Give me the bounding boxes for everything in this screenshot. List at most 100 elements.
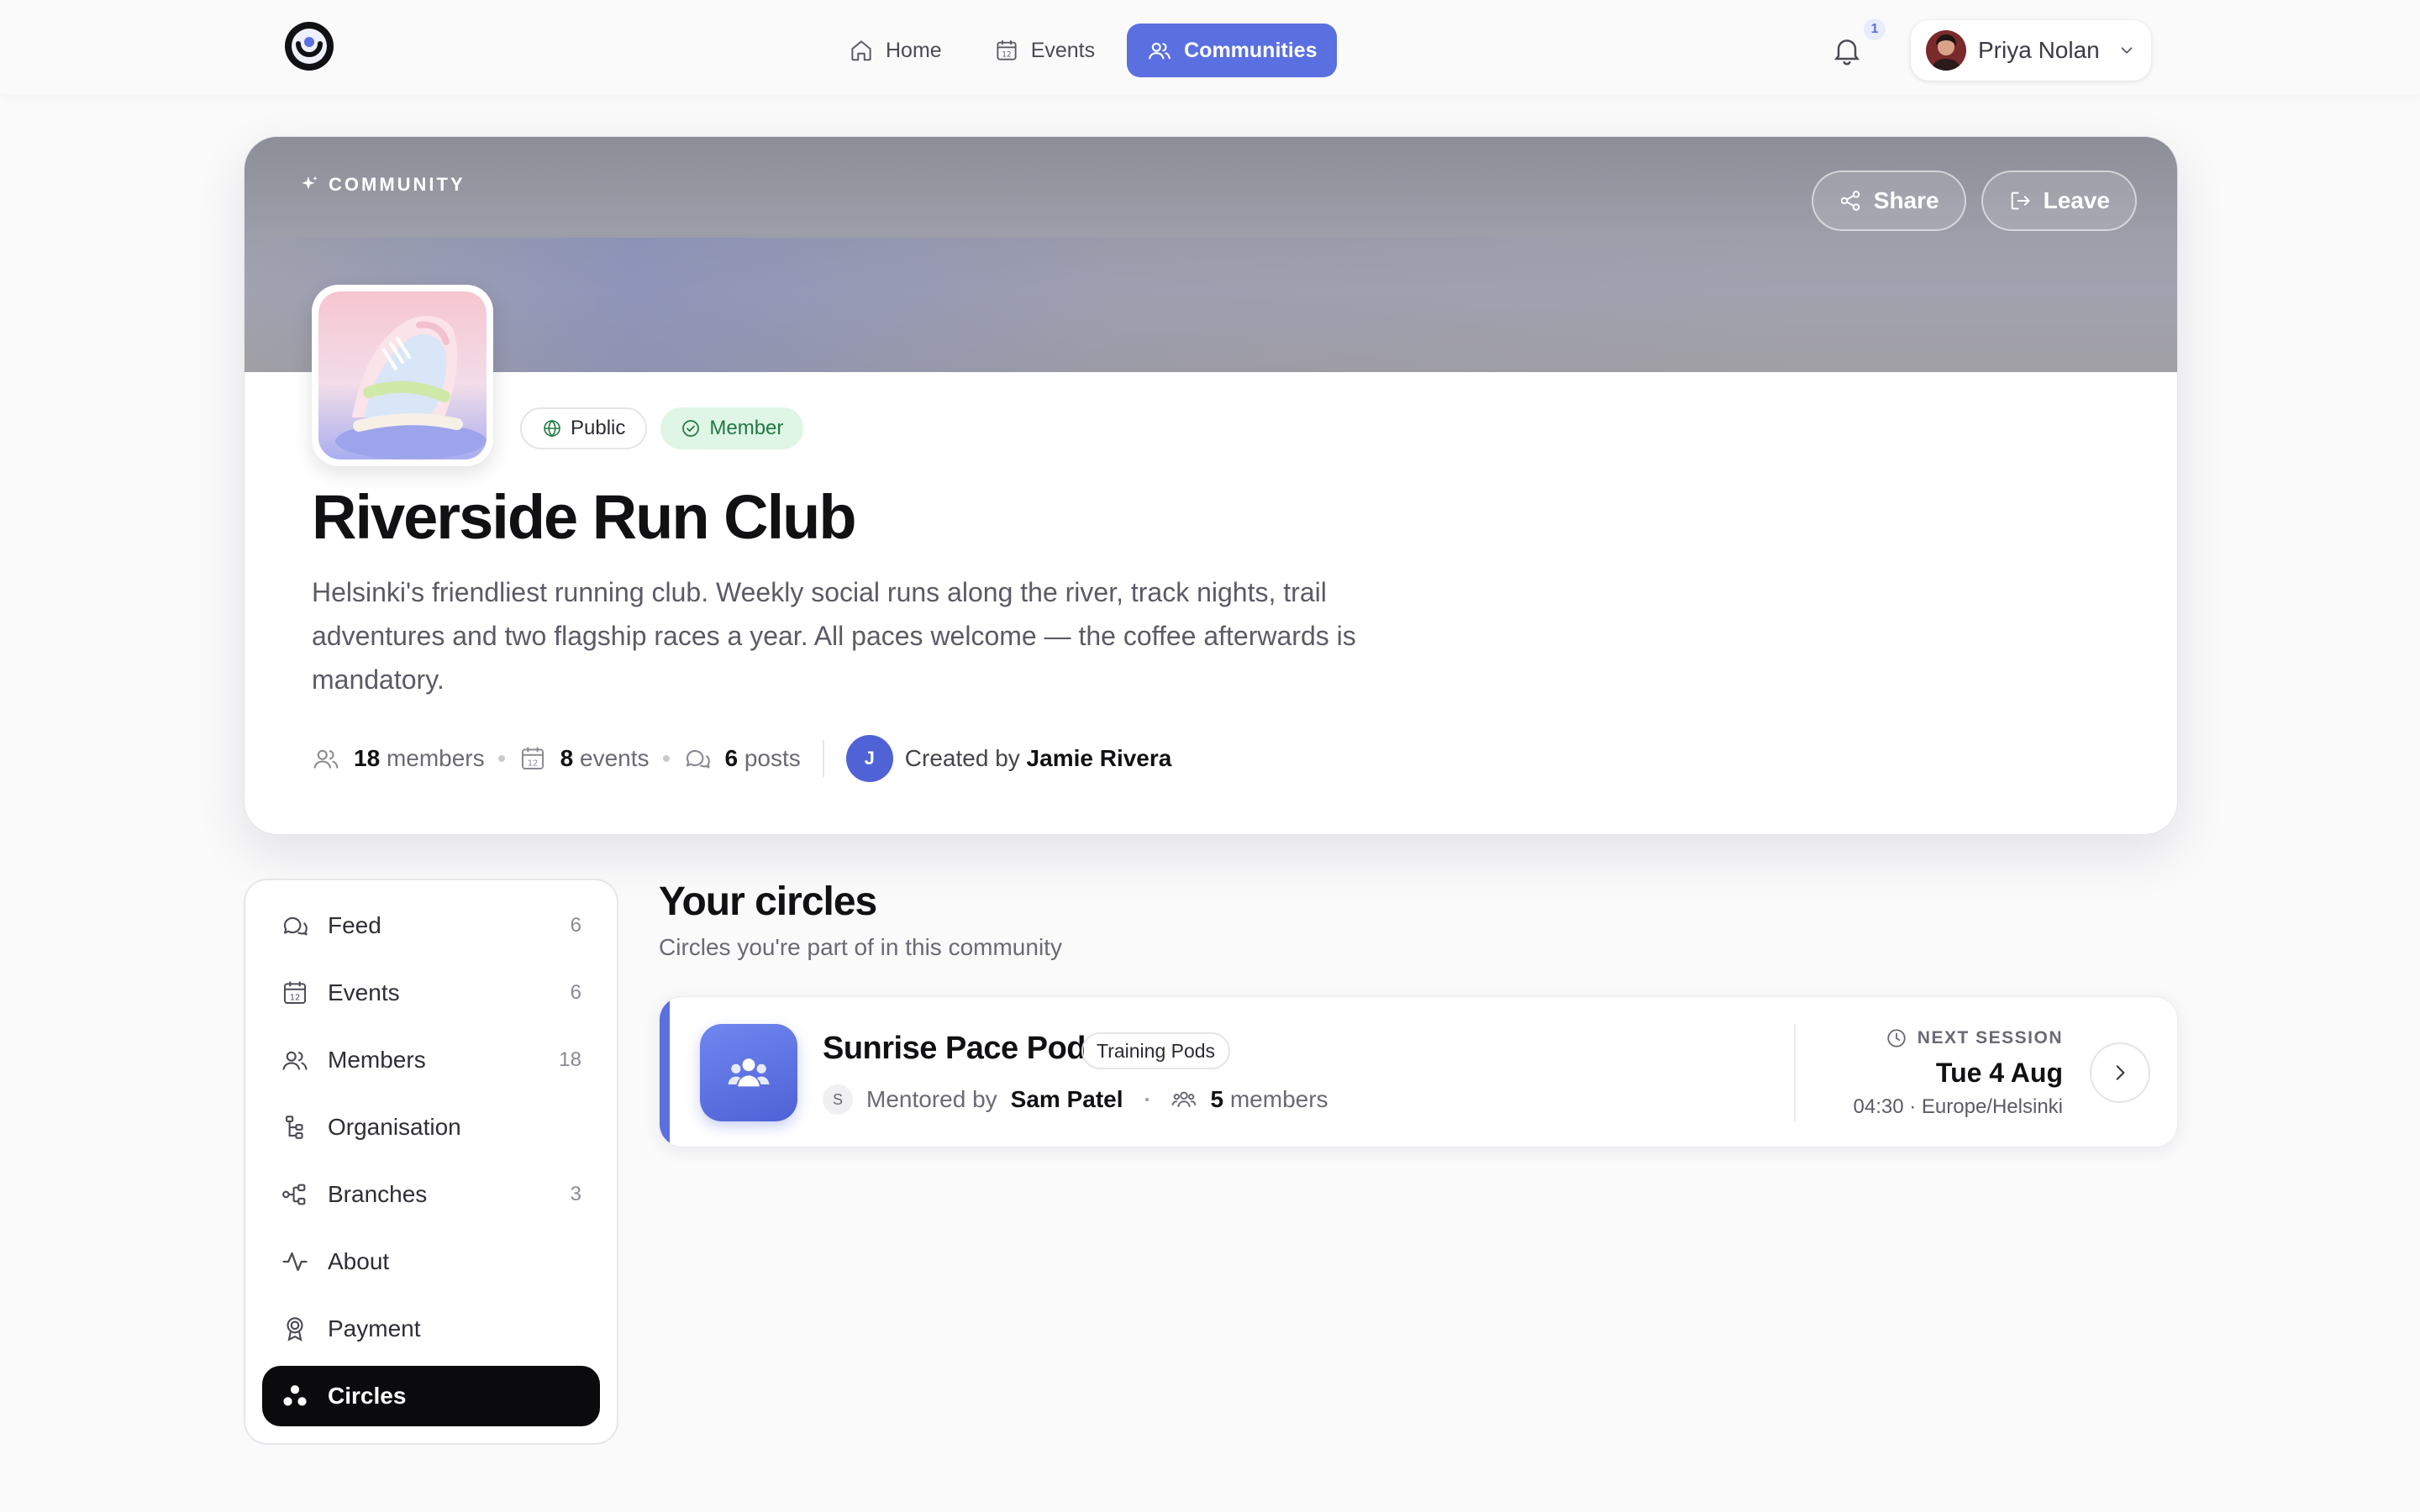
created-by: Created by Jamie Rivera — [905, 745, 1172, 772]
sidebar-item-label: Events — [328, 979, 400, 1005]
mentored-by-label: Mentored by — [866, 1086, 997, 1112]
mentor-avatar: S — [823, 1084, 853, 1115]
circle-name[interactable]: Sunrise Pace Pod — [823, 1031, 1086, 1067]
members-count: 18 — [354, 745, 381, 771]
chat-icon — [283, 916, 308, 936]
branches-icon — [282, 1184, 306, 1205]
circle-card-divider — [1794, 1024, 1796, 1121]
users-icon — [1149, 42, 1171, 60]
circle-card-accent — [660, 997, 670, 1147]
community-description: Helsinki's friendliest running club. Wee… — [312, 577, 1356, 695]
circles-subtitle: Circles you're part of in this community — [659, 934, 1062, 960]
logout-icon — [2011, 192, 2030, 210]
app-logo-icon[interactable] — [283, 20, 335, 72]
members-label: members — [386, 745, 485, 771]
nav-events-label: Events — [1030, 38, 1096, 62]
community-chips: Public Member — [520, 407, 804, 449]
leave-button[interactable]: Leave — [1981, 171, 2137, 231]
award-icon — [287, 1317, 303, 1341]
circle-members-count: 5 — [1210, 1086, 1224, 1112]
meta-separator — [1144, 1098, 1149, 1101]
sidebar-item-payment[interactable]: Payment — [262, 1299, 600, 1359]
svg-text:12: 12 — [290, 994, 301, 1003]
next-session: NEXT SESSION Tue 4 Aug 04:30 · Europe/He… — [1854, 1027, 2063, 1119]
community-header-card: COMMUNITY Share Leave Public Member Rive… — [244, 136, 2178, 835]
circle-card[interactable]: Sunrise Pace Pod Training Pods S Mentore… — [659, 996, 2178, 1147]
nav-home-label: Home — [886, 38, 942, 62]
share-button[interactable]: Share — [1811, 171, 1966, 231]
community-eyebrow: COMMUNITY — [298, 174, 466, 196]
sidebar-item-label: Members — [328, 1047, 426, 1073]
top-navigation: Home 12 Events Communities 1 Priya Nolan — [0, 0, 2420, 94]
sidebar-item-label: Organisation — [328, 1114, 461, 1140]
nav-communities[interactable]: Communities — [1127, 24, 1338, 77]
community-cover-image — [312, 285, 493, 466]
posts-count: 6 — [724, 745, 739, 771]
users-icon — [1171, 1091, 1196, 1107]
users-icon — [313, 749, 339, 769]
community-stats: 18 members 12 8 events 6 posts J Created… — [312, 735, 1171, 782]
calendar-icon: 12 — [997, 40, 1017, 60]
stat-separator — [497, 755, 505, 762]
share-label: Share — [1873, 187, 1939, 213]
sidebar-item-members[interactable]: Members 18 — [262, 1030, 600, 1090]
events-count: 8 — [560, 745, 574, 771]
public-chip: Public — [520, 407, 648, 449]
circles-icon — [283, 1385, 307, 1406]
community-sidebar: Feed 6 12 Events 6 Members 18 Organisati… — [244, 879, 618, 1445]
nav-communities-label: Communities — [1184, 38, 1318, 62]
user-avatar — [1926, 30, 1966, 71]
chevron-right-icon — [2116, 1065, 2125, 1080]
circle-meta: S Mentored by Sam Patel 5 members — [823, 1081, 1328, 1118]
posts-label: posts — [744, 745, 801, 771]
creator-name[interactable]: Jamie Rivera — [1027, 745, 1172, 771]
globe-icon — [544, 419, 560, 438]
notifications-bell-icon[interactable] — [1830, 34, 1864, 67]
events-stat: 12 8 events — [518, 744, 650, 773]
hero-actions: Share Leave — [1811, 171, 2137, 231]
sidebar-item-count: 18 — [559, 1048, 581, 1071]
posts-stat: 6 posts — [683, 744, 801, 773]
main-nav: Home 12 Events Communities — [829, 24, 1338, 77]
nav-home[interactable]: Home — [829, 24, 962, 77]
stats-divider — [822, 740, 824, 777]
sidebar-item-events[interactable]: 12 Events 6 — [262, 963, 600, 1023]
calendar-icon: 12 — [283, 981, 307, 1005]
sidebar-item-label: About — [328, 1248, 390, 1274]
sidebar-item-circles[interactable]: Circles — [262, 1366, 600, 1426]
next-session-time: 04:30 · Europe/Helsinki — [1853, 1095, 2063, 1118]
check-circle-icon — [682, 420, 700, 437]
next-session-label-row: NEXT SESSION — [1854, 1027, 2063, 1049]
activity-icon — [282, 1252, 308, 1272]
clock-icon — [1887, 1029, 1906, 1047]
community-title: Riverside Run Club — [312, 482, 857, 552]
sidebar-item-count: 6 — [570, 914, 581, 937]
chevron-down-icon — [2121, 47, 2133, 55]
home-icon — [851, 40, 871, 61]
sidebar-item-about[interactable]: About — [262, 1231, 600, 1292]
sidebar-item-count: 6 — [570, 981, 581, 1004]
user-menu-button[interactable]: Priya Nolan — [1911, 20, 2151, 81]
member-chip: Member — [660, 407, 804, 449]
hierarchy-icon — [286, 1116, 303, 1139]
sidebar-item-organisation[interactable]: Organisation — [262, 1097, 600, 1158]
sidebar-item-feed[interactable]: Feed 6 — [262, 895, 600, 956]
next-session-date: Tue 4 Aug — [1935, 1058, 2063, 1088]
creator-avatar[interactable]: J — [845, 735, 893, 782]
public-chip-label: Public — [571, 417, 626, 439]
sparkle-icon — [302, 176, 318, 190]
calendar-icon: 12 — [521, 747, 544, 770]
members-stat: 18 members — [312, 744, 485, 773]
sidebar-item-label: Payment — [328, 1315, 421, 1341]
leave-label: Leave — [2043, 187, 2110, 213]
events-label: events — [580, 745, 650, 771]
user-name: Priya Nolan — [1978, 37, 2100, 63]
nav-events[interactable]: 12 Events — [974, 24, 1115, 77]
svg-text:12: 12 — [1002, 51, 1011, 60]
sidebar-item-branches[interactable]: Branches 3 — [262, 1164, 600, 1225]
mentor-name: Sam Patel — [1010, 1086, 1123, 1112]
chat-icon — [686, 749, 710, 769]
circle-group-icon — [700, 1024, 797, 1121]
open-circle-button[interactable] — [2090, 1042, 2150, 1103]
circles-title: Your circles — [659, 879, 877, 924]
